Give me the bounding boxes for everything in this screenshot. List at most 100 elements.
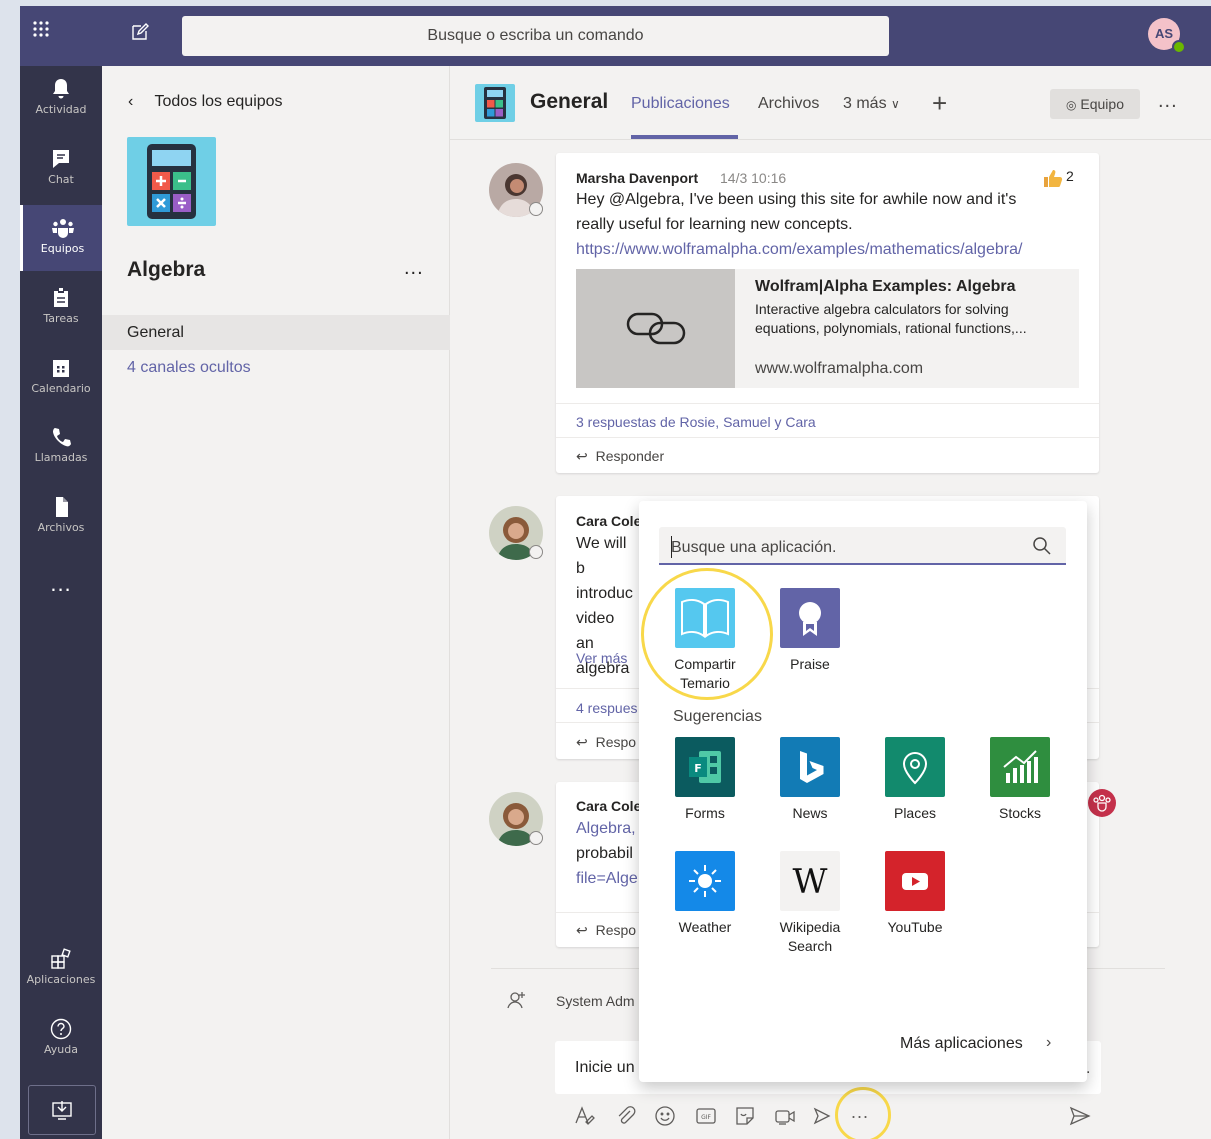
app-label: Weather	[678, 919, 732, 935]
tab-more[interactable]: 3 más ∨	[843, 95, 900, 113]
message-body: Hey @Algebra, I've been using this site …	[576, 187, 1076, 262]
replies-summary[interactable]: 3 respuestas de Rosie, Samuel y Cara	[576, 414, 816, 430]
message-line[interactable]: file=Alge	[576, 866, 638, 891]
rail-item-chat[interactable]: Chat	[20, 136, 102, 202]
sticker-icon[interactable]	[733, 1104, 757, 1128]
teams-notification-icon[interactable]	[1088, 789, 1116, 817]
help-icon	[50, 1018, 72, 1040]
app-wikipedia-search[interactable]: W Wikipedia Search	[760, 851, 860, 956]
message-link[interactable]: https://www.wolframalpha.com/examples/ma…	[576, 237, 1076, 262]
team-more-options-icon[interactable]: ...	[404, 257, 424, 280]
ribbon-icon	[780, 588, 840, 648]
app-forms[interactable]: F Forms	[655, 737, 755, 823]
message-sender[interactable]: Marsha Davenport	[576, 170, 698, 186]
app-stocks[interactable]: Stocks	[970, 737, 1070, 823]
see-more-link[interactable]: Ver más	[576, 650, 627, 666]
rail-item-help[interactable]: Ayuda	[20, 1006, 102, 1072]
reply-label: Respo	[595, 734, 637, 750]
gif-icon[interactable]: GIF	[694, 1104, 718, 1128]
message-sender[interactable]: Cara Cole	[576, 798, 641, 814]
calculator-icon	[484, 87, 506, 119]
reply-arrow-icon: ↩	[576, 922, 588, 938]
app-weather[interactable]: Weather	[655, 851, 755, 937]
replies-summary[interactable]: 4 respues	[576, 700, 637, 716]
chevron-right-icon[interactable]: ›	[1046, 1034, 1051, 1052]
message-sender[interactable]: Cara Cole	[576, 513, 641, 529]
svg-text:F: F	[694, 762, 702, 775]
rail-item-files[interactable]: Archivos	[20, 484, 102, 550]
channel-title: General	[530, 90, 609, 113]
team-panel	[102, 66, 450, 1139]
link-preview-thumbnail	[576, 269, 735, 388]
rail-item-teams[interactable]: Equipos	[20, 205, 102, 271]
reply-button[interactable]: ↩ Respo	[576, 922, 636, 939]
teams-icon	[51, 219, 74, 238]
bell-icon	[53, 79, 69, 99]
app-places[interactable]: Places	[865, 737, 965, 823]
tab-more-label: 3 más	[843, 95, 887, 112]
app-news[interactable]: News	[760, 737, 860, 823]
command-search-input[interactable]: Busque o escriba un comando	[182, 16, 889, 56]
hidden-channels-link[interactable]: 4 canales ocultos	[127, 359, 251, 377]
rail-label: Calendario	[31, 382, 91, 395]
reply-button[interactable]: ↩ Respo	[576, 734, 636, 751]
download-app-button[interactable]	[28, 1085, 96, 1135]
compose-placeholder[interactable]: Inicie un	[575, 1059, 635, 1077]
reply-button[interactable]: ↩ Responder	[576, 448, 664, 465]
app-launcher-icon[interactable]	[30, 18, 52, 40]
rail-label: Actividad	[35, 103, 87, 116]
more-options-icon[interactable]: ...	[851, 1102, 869, 1123]
app-compartir-temario[interactable]: Compartir Temario	[655, 588, 755, 693]
reply-label: Responder	[595, 448, 665, 464]
link-icon	[626, 312, 686, 345]
emoji-icon[interactable]	[653, 1104, 677, 1128]
app-praise[interactable]: Praise	[760, 588, 860, 674]
phone-icon	[53, 428, 71, 447]
app-label: Places	[893, 805, 937, 821]
rail-label: Archivos	[37, 521, 85, 534]
more-apps-icon[interactable]: ...	[20, 573, 102, 599]
eye-icon: ◎	[1066, 98, 1077, 112]
search-icon[interactable]	[1032, 536, 1052, 556]
team-button[interactable]: ◎ Equipo	[1050, 89, 1140, 119]
app-search-input[interactable]	[671, 537, 1011, 559]
pin-icon	[885, 737, 945, 797]
praise-icon[interactable]	[810, 1104, 834, 1128]
rail-label: Aplicaciones	[26, 973, 96, 986]
app-youtube[interactable]: YouTube	[865, 851, 965, 937]
rail-item-calendar[interactable]: Calendario	[20, 345, 102, 411]
suggestions-heading: Sugerencias	[673, 708, 762, 725]
channel-team-icon	[475, 84, 515, 122]
rail-item-tasks[interactable]: Tareas	[20, 275, 102, 341]
app-label: Compartir Temario	[674, 656, 736, 691]
message-line[interactable]: Algebra,	[576, 816, 638, 841]
download-icon	[52, 1101, 72, 1120]
more-apps-link[interactable]: Más aplicaciones	[900, 1035, 1023, 1053]
app-label: Forms	[685, 805, 725, 821]
message-line: Hey @Algebra, I've been using this site …	[576, 191, 1017, 208]
format-icon[interactable]	[573, 1104, 597, 1128]
like-icon[interactable]	[1042, 168, 1064, 188]
rail-item-calls[interactable]: Llamadas	[20, 414, 102, 480]
rail-item-activity[interactable]: Actividad	[20, 66, 102, 132]
team-name: Algebra	[127, 258, 206, 281]
svg-text:GIF: GIF	[701, 1114, 711, 1121]
message-timestamp: 14/3 10:16	[720, 170, 787, 186]
link-preview-title[interactable]: Wolfram|Alpha Examples: Algebra	[755, 278, 1016, 296]
tab-files[interactable]: Archivos	[758, 95, 819, 113]
channel-more-options-icon[interactable]: ...	[1158, 90, 1178, 113]
link-preview-description: Interactive algebra calculators for solv…	[755, 301, 1027, 336]
tab-posts[interactable]: Publicaciones	[631, 95, 730, 113]
chevron-down-icon: ∨	[891, 97, 900, 111]
back-to-teams-link[interactable]: ‹ Todos los equipos	[128, 90, 283, 114]
rail-item-apps[interactable]: Aplicaciones	[20, 936, 102, 1002]
new-chat-icon[interactable]	[130, 22, 150, 42]
send-icon[interactable]	[1068, 1104, 1092, 1128]
presence-available-icon	[1172, 40, 1186, 54]
add-tab-button[interactable]: +	[932, 88, 947, 119]
file-icon	[56, 497, 68, 517]
meet-now-icon[interactable]	[773, 1104, 797, 1128]
attach-icon[interactable]	[614, 1104, 638, 1128]
channel-label[interactable]: General	[127, 324, 184, 342]
add-person-icon	[506, 990, 528, 1010]
